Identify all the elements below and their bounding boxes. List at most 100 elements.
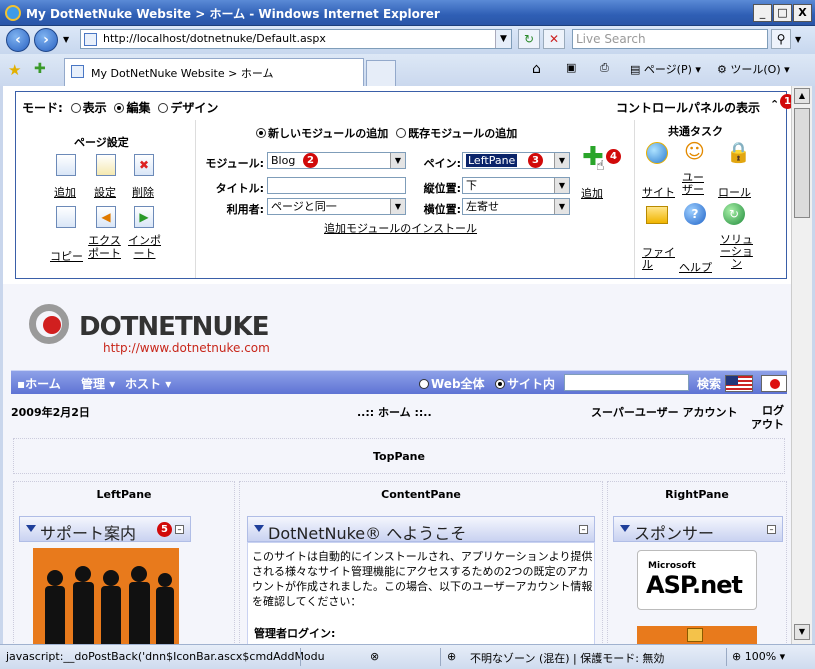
nav-host[interactable]: ホスト ▾ xyxy=(125,375,171,392)
support-minimize-icon[interactable]: – xyxy=(175,525,184,534)
home-icon[interactable]: ⌂ xyxy=(532,61,541,77)
address-url[interactable]: http://localhost/dotnetnuke/Default.aspx xyxy=(103,32,326,45)
users-line-2: ザー xyxy=(682,183,704,196)
page-settings-heading: ページ設定 xyxy=(74,136,129,149)
zoom-control[interactable]: ⊕ 100% ▾ xyxy=(732,650,785,663)
site-link[interactable]: サイト xyxy=(642,184,675,200)
back-button[interactable]: ‹ xyxy=(6,28,30,52)
pane-select[interactable]: LeftPane ▼ xyxy=(462,152,570,169)
help-icon[interactable]: ? xyxy=(684,203,706,225)
page-add-link[interactable]: 追加 xyxy=(54,184,76,200)
solutions-link[interactable]: ソリュ ーショ ン xyxy=(720,234,753,270)
history-dropdown-icon[interactable]: ▼ xyxy=(63,35,69,44)
page-import-icon[interactable]: ▶ xyxy=(134,206,154,228)
mode-design-radio[interactable] xyxy=(158,103,169,113)
english-flag-icon[interactable] xyxy=(725,375,753,392)
mode-edit-radio[interactable] xyxy=(114,103,125,113)
hpos-select[interactable]: 左寄せ ▼ xyxy=(462,198,570,215)
stop-icon[interactable]: ✕ xyxy=(543,29,565,49)
site-logo[interactable]: DOTNETNUKE xyxy=(79,312,269,342)
mode-view-radio[interactable] xyxy=(70,103,81,113)
user-select[interactable]: ページと同一 ▼ xyxy=(267,198,406,215)
welcome-module-header: DotNetNuke® へようこそ – xyxy=(247,516,595,543)
site-settings-icon[interactable] xyxy=(646,142,668,164)
scope-site-radio[interactable] xyxy=(495,379,505,389)
show-control-panel-link[interactable]: コントロールパネルの表示 xyxy=(616,99,760,116)
page-settings-icon[interactable] xyxy=(96,154,116,176)
search-input[interactable]: Live Search xyxy=(572,29,768,49)
refresh-icon[interactable]: ↻ xyxy=(518,29,540,49)
vpos-select-arrow-icon: ▼ xyxy=(554,178,569,193)
favorites-star-icon[interactable]: ★ xyxy=(8,61,21,79)
breadcrumb[interactable]: ..:: ホーム ::.. xyxy=(357,404,432,420)
new-tab-button[interactable] xyxy=(366,60,396,86)
roles-link[interactable]: ロール xyxy=(718,184,751,200)
add-module-link[interactable]: 追加 xyxy=(581,185,603,201)
files-link[interactable]: ファイ ル xyxy=(642,247,675,271)
vertical-scrollbar[interactable]: ▲ ▼ xyxy=(791,86,812,644)
site-search-button[interactable]: 検索 xyxy=(697,375,721,392)
vpos-select[interactable]: 下 ▼ xyxy=(462,177,570,194)
site-search-input[interactable] xyxy=(564,374,689,391)
page-copy-icon[interactable] xyxy=(56,206,76,228)
page-icon xyxy=(84,33,97,46)
welcome-minimize-icon[interactable]: – xyxy=(579,525,588,534)
sponsor-collapse-icon[interactable] xyxy=(620,525,630,532)
minimize-button[interactable]: _ xyxy=(753,4,772,22)
search-icon[interactable]: ⚲ xyxy=(771,29,791,49)
page-menu-icon: ▤ xyxy=(630,63,641,76)
feeds-icon[interactable]: ▣ xyxy=(566,61,576,74)
users-icon[interactable]: ☺ xyxy=(684,139,705,163)
add-favorite-icon[interactable]: ✚ xyxy=(34,61,46,77)
address-dropdown-icon[interactable]: ▼ xyxy=(495,30,511,48)
japanese-flag-icon[interactable] xyxy=(761,375,787,392)
solutions-icon[interactable]: ↻ xyxy=(723,203,745,225)
tab-current[interactable]: My DotNetNuke Website > ホーム xyxy=(64,58,364,86)
page-settings-link[interactable]: 設定 xyxy=(94,184,116,200)
scope-web-radio[interactable] xyxy=(419,379,429,389)
scroll-thumb[interactable] xyxy=(794,108,810,218)
sponsor-minimize-icon[interactable]: – xyxy=(767,525,776,534)
add-new-module-radio[interactable] xyxy=(256,128,266,138)
add-existing-module-radio[interactable] xyxy=(396,128,407,138)
nav-admin[interactable]: 管理 ▾ xyxy=(81,375,115,392)
scope-web[interactable]: Web全体 xyxy=(419,375,485,392)
module-select[interactable]: Blog ▼ xyxy=(267,152,406,169)
scroll-up-icon[interactable]: ▲ xyxy=(794,88,810,104)
install-modules-link[interactable]: 追加モジュールのインストール xyxy=(324,220,477,236)
logout-link[interactable]: ログ アウト xyxy=(751,404,784,432)
site-logo-url[interactable]: http://www.dotnetnuke.com xyxy=(103,341,270,355)
sponsor-banner-image[interactable] xyxy=(637,626,757,644)
zoom-icon: ⊕ xyxy=(732,650,742,663)
forward-button[interactable]: › xyxy=(34,28,58,52)
users-link[interactable]: ユー ザー xyxy=(682,172,704,196)
maximize-button[interactable]: □ xyxy=(773,4,792,22)
scroll-down-icon[interactable]: ▼ xyxy=(794,624,810,640)
close-button[interactable]: X xyxy=(793,4,812,22)
page-delete-link[interactable]: 削除 xyxy=(132,184,154,200)
files-folder-icon[interactable] xyxy=(646,206,668,224)
title-input[interactable] xyxy=(267,177,406,194)
nav-home-label: ホーム xyxy=(25,377,61,391)
page-delete-icon[interactable]: ✖ xyxy=(134,154,154,176)
search-dropdown-icon[interactable]: ▼ xyxy=(795,35,801,44)
roles-lock-icon[interactable]: 🔒 xyxy=(726,140,751,164)
help-link[interactable]: ヘルプ xyxy=(679,259,712,275)
page-import-link[interactable]: インポ ート xyxy=(128,234,161,260)
page-copy-link[interactable]: コピー xyxy=(50,248,83,264)
page-menu-label: ページ(P) xyxy=(643,63,692,76)
welcome-collapse-icon[interactable] xyxy=(254,525,264,532)
page-export-icon[interactable]: ◀ xyxy=(96,206,116,228)
collapse-chevron-icon[interactable]: ⌃ xyxy=(770,98,779,111)
nav-home[interactable]: ▪ホーム xyxy=(17,375,61,392)
page-export-link[interactable]: エクス ポート xyxy=(88,234,121,260)
print-icon[interactable]: ⎙ xyxy=(600,61,609,75)
user-account-link[interactable]: スーパーユーザー アカウント xyxy=(591,404,738,420)
tools-menu[interactable]: ⚙ ツール(O) ▾ xyxy=(717,61,790,77)
page-menu[interactable]: ▤ ページ(P) ▾ xyxy=(630,61,701,77)
page-add-icon[interactable] xyxy=(56,154,76,176)
address-bar[interactable]: http://localhost/dotnetnuke/Default.aspx… xyxy=(80,29,512,49)
support-collapse-icon[interactable] xyxy=(26,525,36,532)
scope-site[interactable]: サイト内 xyxy=(495,375,555,392)
aspnet-sponsor-logo[interactable]: Microsoft ASP.net xyxy=(637,550,757,610)
